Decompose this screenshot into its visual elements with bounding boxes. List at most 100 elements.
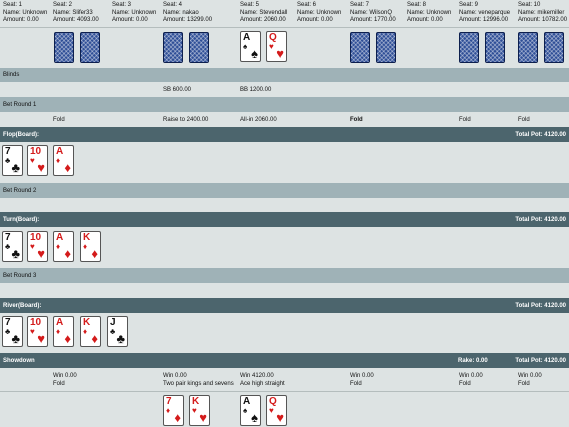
divider	[0, 391, 569, 392]
card-back	[485, 32, 505, 63]
bb-amount: BB 1200.00	[240, 87, 272, 93]
club-icon: ♣	[116, 331, 125, 346]
rake: Rake: 0.00	[458, 357, 488, 364]
heart-icon: ♥	[276, 410, 284, 425]
showdown-card: A ♠ ♠	[240, 395, 261, 426]
heart-icon: ♥	[30, 242, 35, 251]
seat-3-info: Seat: 3 Name: Unknown Amount: 0.00	[112, 2, 156, 25]
showdown-result: Win 0.00 Fold	[53, 373, 77, 388]
spade-icon: ♠	[243, 42, 248, 51]
seat-label: Seat: 1	[3, 2, 23, 8]
diamond-icon: ♦	[56, 242, 61, 251]
section-title: Turn(Board):	[3, 216, 40, 223]
flop-header: Flop(Board): Total Pot: 4120.00	[0, 127, 569, 142]
win-amount: Win 0.00	[163, 373, 187, 379]
seat-5-info: Seat: 5 Name: Stevendall Amount: 2060.00	[240, 2, 287, 25]
card-back	[163, 32, 183, 63]
player-amount: Amount: 0.00	[3, 17, 39, 23]
section-title: Flop(Board):	[3, 131, 39, 138]
seat-label: Seat: 4	[163, 2, 183, 8]
section-title: Bet Round 3	[3, 272, 37, 279]
club-icon: ♣	[11, 331, 20, 346]
divider	[0, 27, 569, 28]
board-card: 7 ♣ ♣	[2, 316, 23, 347]
river-header: River(Board): Total Pot: 4120.00	[0, 298, 569, 313]
diamond-icon: ♦	[83, 327, 88, 336]
diamond-icon: ♦	[64, 246, 71, 261]
hand-result: Fold	[518, 380, 530, 387]
board-card: A ♦ ♦	[53, 145, 74, 176]
seat-label: Seat: 9	[459, 2, 479, 8]
player-name: Name: Unknown	[297, 9, 342, 16]
action: Fold	[350, 117, 363, 123]
action: Raise to 2400.00	[163, 117, 209, 123]
player-amount: Amount: 10782.00	[518, 17, 568, 23]
heart-icon: ♥	[269, 406, 274, 415]
heart-icon: ♥	[269, 42, 274, 51]
seat-9-info: Seat: 9 Name: veneparque Amount: 12996.0…	[459, 2, 510, 25]
card-back	[376, 32, 396, 63]
total-pot: Total Pot: 4120.00	[515, 302, 566, 309]
showdown-result: Win 0.00 Fold	[459, 373, 483, 388]
diamond-icon: ♦	[56, 156, 61, 165]
diamond-icon: ♦	[56, 327, 61, 336]
heart-icon: ♥	[37, 331, 45, 346]
hand-result: Fold	[350, 380, 362, 387]
action: Fold	[53, 117, 65, 123]
seat-8-info: Seat: 8 Name: Unknown Amount: 0.00	[407, 2, 451, 25]
diamond-icon: ♦	[64, 331, 71, 346]
showdown-result: Win 0.00 Fold	[518, 373, 542, 388]
card-back	[518, 32, 538, 63]
seat-label: Seat: 6	[297, 2, 317, 8]
player-amount: Amount: 0.00	[297, 17, 333, 23]
heart-icon: ♥	[30, 156, 35, 165]
showdown-result: Win 0.00 Fold	[350, 373, 374, 388]
showdown-card: 7 ♦ ♦	[163, 395, 184, 426]
action: Fold	[518, 117, 530, 123]
hand-result: Fold	[53, 380, 65, 387]
section-title: Showdown	[3, 357, 35, 364]
board-card: 7 ♣ ♣	[2, 231, 23, 262]
diamond-icon: ♦	[83, 242, 88, 251]
showdown-card: K ♥ ♥	[189, 395, 210, 426]
board-card: K ♦ ♦	[80, 316, 101, 347]
total-pot: Total Pot: 4120.00	[515, 216, 566, 223]
seat-label: Seat: 3	[112, 2, 132, 8]
heart-icon: ♥	[30, 327, 35, 336]
total-pot: Total Pot: 4120.00	[515, 131, 566, 138]
club-icon: ♣	[110, 327, 116, 336]
seat-6-info: Seat: 6 Name: Unknown Amount: 0.00	[297, 2, 341, 25]
heart-icon: ♥	[37, 160, 45, 175]
win-amount: Win 0.00	[53, 373, 77, 379]
bet-round-1-header: Bet Round 1	[0, 97, 569, 112]
spade-icon: ♠	[251, 46, 258, 61]
hand-result: Ace high straight	[240, 380, 285, 387]
board-card: 10 ♥ ♥	[27, 316, 48, 347]
win-amount: Win 4120.00	[240, 373, 274, 379]
showdown-card: Q ♥ ♥	[266, 395, 287, 426]
showdown-result: Win 4120.00 Ace high straight	[240, 373, 285, 388]
board-card: J ♣ ♣	[107, 316, 128, 347]
diamond-icon: ♦	[91, 246, 98, 261]
heart-icon: ♥	[192, 406, 197, 415]
total-pot: Total Pot: 4120.00	[515, 357, 566, 364]
turn-header: Turn(Board): Total Pot: 4120.00	[0, 212, 569, 227]
action: All-in 2060.00	[240, 117, 277, 123]
bet-round-3-header: Bet Round 3	[0, 268, 569, 283]
showdown-result: Win 0.00 Two pair kings and sevens	[163, 373, 234, 388]
section-title: Bet Round 1	[3, 101, 37, 108]
bet-round-2-header: Bet Round 2	[0, 183, 569, 198]
seat-2-info: Seat: 2 Name: Slifer33 Amount: 4093.00	[53, 2, 99, 25]
heart-icon: ♥	[276, 46, 284, 61]
board-card: K ♦ ♦	[80, 231, 101, 262]
card-back	[189, 32, 209, 63]
seat-10-info: Seat: 10 Name: mikemiller Amount: 10782.…	[518, 2, 567, 25]
diamond-icon: ♦	[166, 406, 171, 415]
section-title: River(Board):	[3, 302, 42, 309]
diamond-icon: ♦	[174, 410, 181, 425]
showdown-header: Showdown Rake: 0.00 Total Pot: 4120.00	[0, 353, 569, 368]
board-card: 7 ♣ ♣	[2, 145, 23, 176]
player-amount: Amount: 4093.00	[53, 17, 99, 23]
board-card: A ♦ ♦	[53, 231, 74, 262]
player-name: Name: nakao	[163, 9, 199, 16]
